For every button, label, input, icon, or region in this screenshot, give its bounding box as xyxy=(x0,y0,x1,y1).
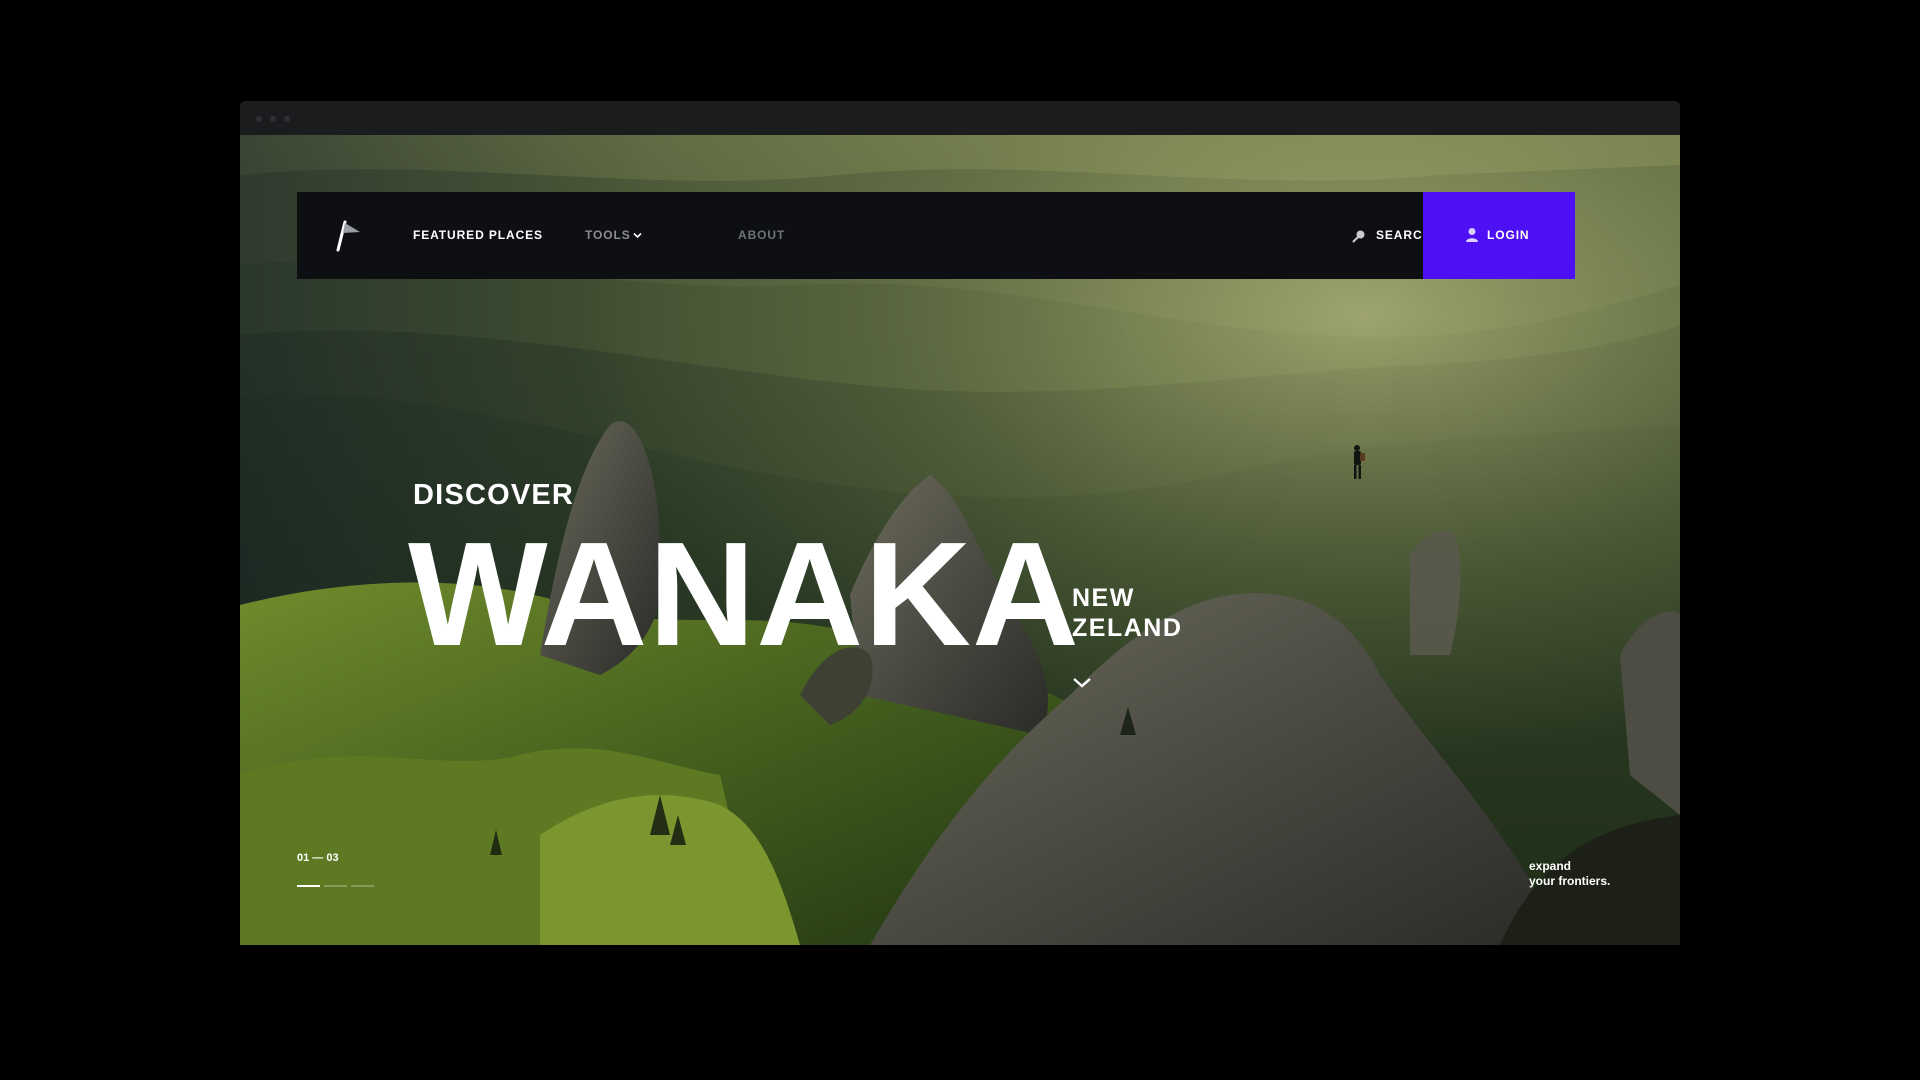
search-icon xyxy=(1352,230,1365,243)
hero-country: NEW ZELAND xyxy=(1072,583,1182,643)
hero-country-line: ZELAND xyxy=(1072,614,1183,642)
slide-indicator[interactable] xyxy=(297,885,320,887)
window-close-dot[interactable] xyxy=(256,116,262,122)
login-button[interactable]: LOGIN xyxy=(1423,192,1575,279)
search-button[interactable]: SEARCH xyxy=(1352,192,1432,279)
nav-tools-label: TOOLS xyxy=(585,228,631,242)
chevron-down-icon[interactable] xyxy=(1070,674,1094,692)
nav-featured-places[interactable]: FEATURED PLACES xyxy=(413,192,543,279)
tagline: expand your frontiers. xyxy=(1529,859,1610,889)
tagline-line: expand xyxy=(1529,859,1572,873)
page-viewport: FEATURED PLACES TOOLS ABOUT SEARCH LOGIN… xyxy=(240,135,1680,945)
browser-window: FEATURED PLACES TOOLS ABOUT SEARCH LOGIN… xyxy=(240,101,1680,945)
user-icon xyxy=(1466,228,1478,242)
nav-tools-dropdown[interactable]: TOOLS xyxy=(585,192,642,279)
tagline-line: your frontiers. xyxy=(1529,874,1611,888)
hero-country-line: NEW xyxy=(1072,584,1135,612)
slide-indicator[interactable] xyxy=(351,885,374,887)
chevron-down-icon xyxy=(633,232,642,239)
nav-about-label: ABOUT xyxy=(738,228,786,242)
hero-title: WANAKA xyxy=(408,512,1080,677)
nav-about[interactable]: ABOUT xyxy=(738,192,785,279)
window-maximize-dot[interactable] xyxy=(284,116,290,122)
slide-indicator[interactable] xyxy=(324,885,347,887)
hero-kicker: DISCOVER xyxy=(413,479,575,511)
login-label: LOGIN xyxy=(1487,228,1530,242)
nav-featured-places-label: FEATURED PLACES xyxy=(413,228,543,242)
window-minimize-dot[interactable] xyxy=(270,116,276,122)
browser-titlebar xyxy=(240,101,1680,135)
top-navbar: FEATURED PLACES TOOLS ABOUT SEARCH xyxy=(297,192,1480,279)
slide-indicators xyxy=(297,885,377,889)
slide-counter: 01 — 03 xyxy=(297,852,339,864)
flag-logo-icon[interactable] xyxy=(332,220,362,252)
